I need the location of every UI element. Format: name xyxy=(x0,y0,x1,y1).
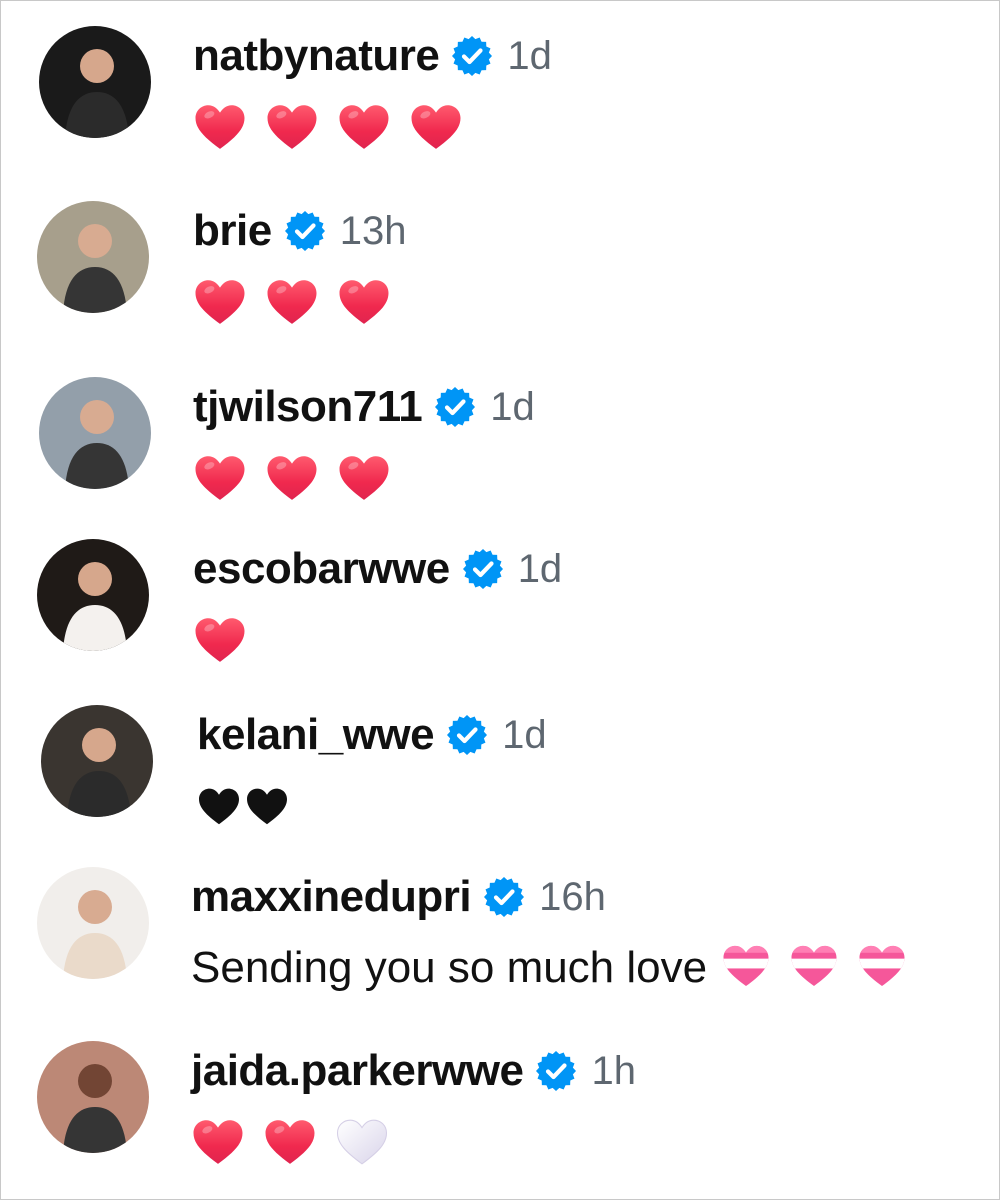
avatar[interactable] xyxy=(37,201,149,313)
comment-header: brie 13h xyxy=(193,201,406,261)
username-link[interactable]: escobarwwe xyxy=(193,544,450,594)
comment-row: maxxinedupri 16h Sending you so much love xyxy=(1,867,1000,1017)
username-link[interactable]: jaida.parkerwwe xyxy=(191,1046,524,1096)
red-heart-icon xyxy=(193,102,247,156)
red-heart-icon xyxy=(337,277,391,331)
username-link[interactable]: maxxinedupri xyxy=(191,872,472,922)
comment-body xyxy=(191,1113,407,1175)
comment-header: escobarwwe 1d xyxy=(193,539,562,599)
comment-body: Sending you so much love xyxy=(191,937,925,999)
avatar[interactable] xyxy=(37,867,149,979)
comment-timestamp: 1d xyxy=(517,546,563,591)
comment-timestamp: 13h xyxy=(339,208,407,253)
comment-body xyxy=(197,777,293,839)
red-heart-icon xyxy=(409,102,463,156)
verified-badge-icon xyxy=(446,714,488,756)
comment-body xyxy=(193,98,481,160)
username-link[interactable]: kelani_wwe xyxy=(197,710,435,760)
comment-row: jaida.parkerwwe 1h xyxy=(1,1041,1000,1191)
username-link[interactable]: natbynature xyxy=(193,31,440,81)
white-heart-icon xyxy=(335,1117,389,1171)
red-heart-icon xyxy=(193,277,247,331)
pink-white-heart-icon xyxy=(789,943,839,993)
comment-header: tjwilson711 1d xyxy=(193,377,535,437)
comment-timestamp: 16h xyxy=(539,874,606,919)
pink-white-heart-icon xyxy=(857,943,907,993)
comment-text: Sending you so much love xyxy=(191,943,708,992)
comment-header: maxxinedupri 16h xyxy=(191,867,606,927)
black-heart-icon xyxy=(197,786,241,831)
verified-badge-icon xyxy=(284,210,326,252)
comment-timestamp: 1d xyxy=(502,712,547,757)
comment-row: natbynature 1d xyxy=(1,26,1000,176)
comment-body xyxy=(193,611,265,673)
black-heart-icon xyxy=(245,786,289,831)
avatar[interactable] xyxy=(37,539,149,651)
comment-row: escobarwwe 1d xyxy=(1,539,1000,689)
comment-header: natbynature 1d xyxy=(193,26,552,86)
verified-badge-icon xyxy=(483,876,525,918)
verified-badge-icon xyxy=(451,35,493,77)
red-heart-icon xyxy=(191,1117,245,1171)
comment-row: kelani_wwe 1d xyxy=(1,705,1000,855)
comments-panel: natbynature 1d brie 13h tjwilson711 1d escobar… xyxy=(0,0,1000,1200)
red-heart-icon xyxy=(193,453,247,507)
username-link[interactable]: brie xyxy=(193,206,272,256)
red-heart-icon xyxy=(337,102,391,156)
avatar[interactable] xyxy=(39,26,151,138)
comment-body xyxy=(193,273,409,335)
red-heart-icon xyxy=(265,277,319,331)
red-heart-icon xyxy=(265,102,319,156)
comment-header: kelani_wwe 1d xyxy=(197,705,547,765)
comment-timestamp: 1h xyxy=(591,1048,636,1093)
comment-row: brie 13h xyxy=(1,201,1000,351)
avatar[interactable] xyxy=(37,1041,149,1153)
red-heart-icon xyxy=(337,453,391,507)
comment-header: jaida.parkerwwe 1h xyxy=(191,1041,636,1101)
pink-white-heart-icon xyxy=(721,943,771,993)
username-link[interactable]: tjwilson711 xyxy=(193,382,423,432)
red-heart-icon xyxy=(265,453,319,507)
red-heart-icon xyxy=(193,615,247,669)
comment-row: tjwilson711 1d xyxy=(1,377,1000,527)
comment-timestamp: 1d xyxy=(490,384,535,429)
verified-badge-icon xyxy=(462,548,504,590)
verified-badge-icon xyxy=(535,1050,577,1092)
avatar[interactable] xyxy=(41,705,153,817)
comment-body xyxy=(193,449,409,511)
red-heart-icon xyxy=(263,1117,317,1171)
comment-timestamp: 1d xyxy=(507,33,552,78)
avatar[interactable] xyxy=(39,377,151,489)
verified-badge-icon xyxy=(434,386,476,428)
